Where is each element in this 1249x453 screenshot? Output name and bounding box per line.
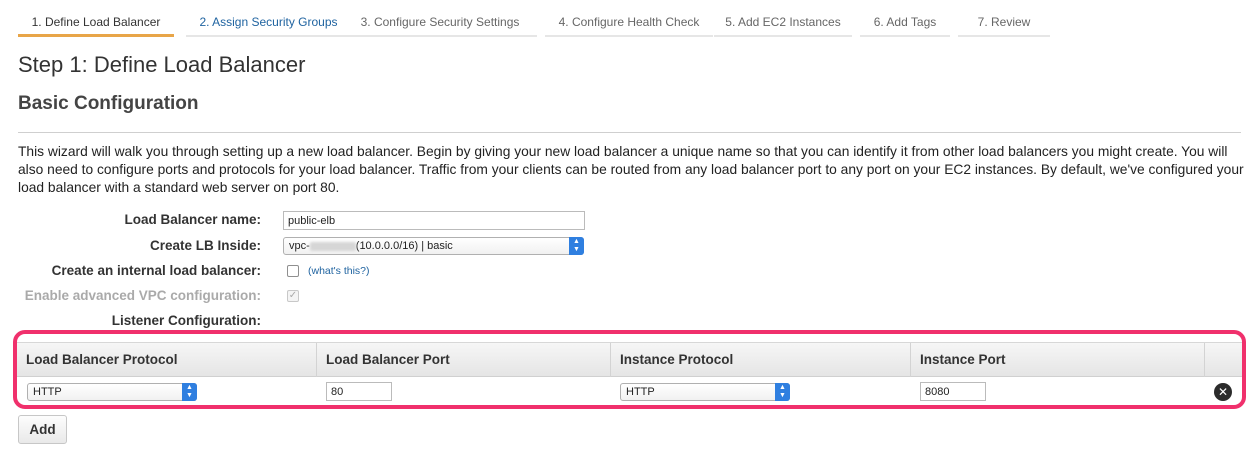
lb-name-label: Load Balancer name: — [124, 212, 261, 227]
section-divider — [18, 132, 1241, 133]
header-instance-port: Instance Port — [911, 343, 1205, 377]
header-instance-protocol: Instance Protocol — [611, 343, 911, 377]
listener-table-header: Load Balancer Protocol Load Balancer Por… — [17, 342, 1242, 377]
page-title: Step 1: Define Load Balancer — [18, 52, 306, 77]
instance-port-input[interactable] — [920, 382, 986, 401]
step-define-load-balancer[interactable]: 1. Define Load Balancer — [18, 8, 174, 37]
vpc-suffix: (10.0.0.0/16) | basic — [355, 240, 453, 252]
advanced-vpc-label: Enable advanced VPC configuration: — [24, 288, 261, 303]
vpc-select[interactable]: vpc- (10.0.0.0/16) | basic ▲ ▼ — [283, 237, 584, 255]
step-add-tags[interactable]: 6. Add Tags — [860, 8, 950, 37]
wizard-steps: 1. Define Load Balancer 2. Assign Securi… — [18, 8, 1241, 37]
lb-protocol-value: HTTP — [33, 386, 62, 398]
step-add-ec2-instances[interactable]: 5. Add EC2 Instances — [714, 8, 852, 37]
advanced-vpc-checkbox: ✓ — [287, 290, 299, 302]
listener-row: HTTP ▲▼ HTTP ▲▼ ✕ — [17, 377, 1242, 405]
lb-protocol-select[interactable]: HTTP ▲ ▼ — [27, 383, 197, 401]
internal-lb-checkbox[interactable] — [287, 265, 299, 277]
listener-table: Load Balancer Protocol Load Balancer Por… — [13, 330, 1246, 409]
select-arrows-icon: ▲ ▼ — [182, 383, 197, 401]
step-configure-security-settings[interactable]: 3. Configure Security Settings — [343, 8, 537, 37]
section-title: Basic Configuration — [18, 93, 199, 114]
step-assign-security-groups[interactable]: 2. Assign Security Groups — [186, 8, 351, 37]
header-lb-port: Load Balancer Port — [317, 343, 611, 377]
header-lb-protocol: Load Balancer Protocol — [17, 343, 317, 377]
add-listener-button[interactable]: Add — [18, 415, 67, 444]
vpc-prefix: vpc- — [289, 240, 310, 252]
lb-port-input[interactable] — [326, 382, 392, 401]
wizard-description: This wizard will walk you through settin… — [18, 144, 1244, 195]
instance-protocol-value: HTTP — [626, 386, 655, 398]
remove-listener-icon[interactable]: ✕ — [1214, 383, 1232, 401]
select-arrows-icon: ▲ ▼ — [775, 383, 790, 401]
internal-lb-label: Create an internal load balancer: — [51, 263, 261, 278]
lb-name-input[interactable] — [283, 211, 585, 230]
select-arrows-icon: ▲ ▼ — [569, 237, 584, 255]
create-lb-inside-label: Create LB Inside: — [149, 238, 261, 253]
redacted-vpc-id — [309, 241, 356, 251]
whats-this-link[interactable]: (what's this?) — [308, 265, 370, 277]
step-review[interactable]: 7. Review — [958, 8, 1050, 37]
instance-protocol-select[interactable]: HTTP ▲ ▼ — [620, 383, 790, 401]
listener-config-label: Listener Configuration: — [111, 313, 261, 328]
step-configure-health-check[interactable]: 4. Configure Health Check — [545, 8, 713, 37]
